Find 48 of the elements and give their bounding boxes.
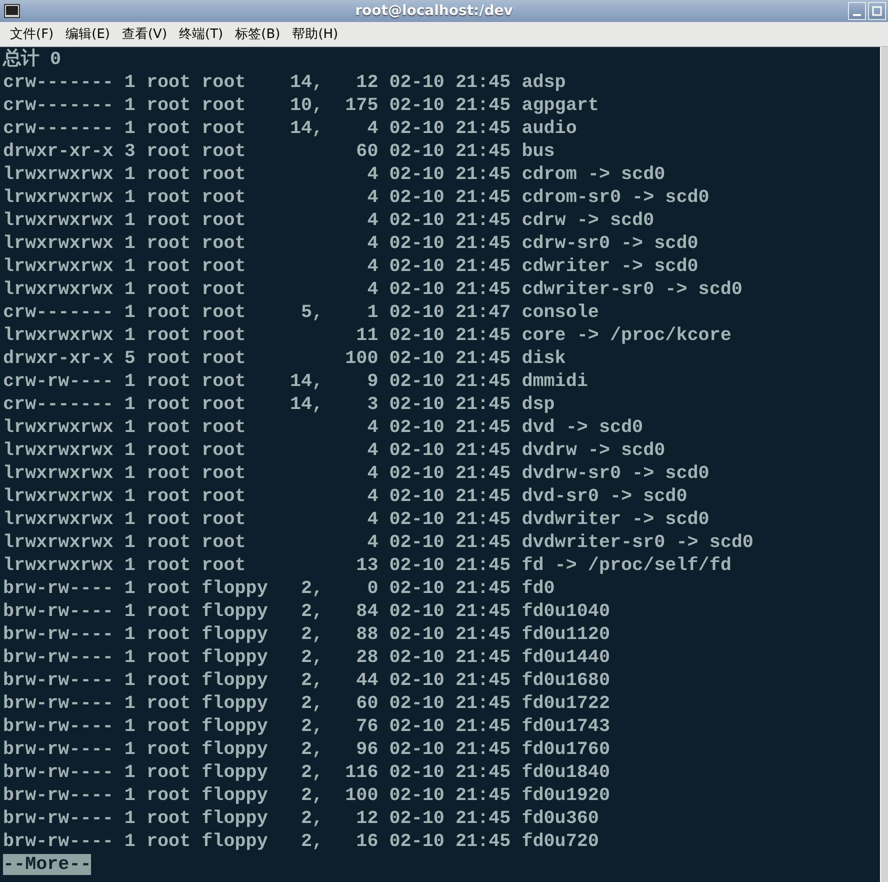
- menu-item[interactable]: 标签(B): [229, 23, 286, 45]
- window-title: root@localhost:/dev: [354, 3, 514, 19]
- terminal-icon: [4, 4, 20, 18]
- menu-item[interactable]: 帮助(H): [286, 23, 344, 45]
- terminal-line: crw------- 1 root root 5, 1 02-10 21:47 console: [2, 301, 600, 324]
- terminal-line: lrwxrwxrwx 1 root root 4 02-10 21:45 cdrom -> scd0: [2, 163, 666, 186]
- terminal-line: brw-rw---- 1 root floppy 2, 76 02-10 21:45 fd0u1743: [2, 715, 611, 738]
- terminal-line: lrwxrwxrwx 1 root root 11 02-10 21:45 core -> /proc/kcore: [2, 324, 732, 347]
- terminal-line: crw------- 1 root root 14, 3 02-10 21:45 dsp: [2, 393, 556, 416]
- terminal-line: lrwxrwxrwx 1 root root 13 02-10 21:45 fd -> /proc/self/fd: [2, 554, 732, 577]
- terminal-line: crw------- 1 root root 10, 175 02-10 21:45 agpgart: [2, 94, 600, 117]
- terminal-line: brw-rw---- 1 root floppy 2, 96 02-10 21:45 fd0u1760: [2, 738, 611, 761]
- maximize-button[interactable]: [868, 2, 886, 20]
- terminal-line: lrwxrwxrwx 1 root root 4 02-10 21:45 cdwriter -> scd0: [2, 255, 700, 278]
- minimize-icon: [853, 14, 861, 16]
- terminal-line: crw------- 1 root root 14, 4 02-10 21:45 audio: [2, 117, 578, 140]
- menu-item[interactable]: 文件(F): [4, 23, 60, 45]
- terminal-line: brw-rw---- 1 root floppy 2, 84 02-10 21:45 fd0u1040: [2, 600, 611, 623]
- minimize-button[interactable]: [848, 2, 866, 20]
- terminal-line: brw-rw---- 1 root floppy 2, 16 02-10 21:45 fd0u720: [2, 830, 600, 853]
- terminal-line: lrwxrwxrwx 1 root root 4 02-10 21:45 cdrom-sr0 -> scd0: [2, 186, 710, 209]
- terminal-line: brw-rw---- 1 root floppy 2, 60 02-10 21:45 fd0u1722: [2, 692, 611, 715]
- terminal-line: brw-rw---- 1 root floppy 2, 12 02-10 21:45 fd0u360: [2, 807, 600, 830]
- terminal-line: crw------- 1 root root 14, 12 02-10 21:45 adsp: [2, 71, 567, 94]
- menu-item[interactable]: 查看(V): [116, 23, 174, 45]
- terminal-line: lrwxrwxrwx 1 root root 4 02-10 21:45 cdwriter-sr0 -> scd0: [2, 278, 744, 301]
- terminal-line: lrwxrwxrwx 1 root root 4 02-10 21:45 cdrw-sr0 -> scd0: [2, 232, 700, 255]
- terminal-line: brw-rw---- 1 root floppy 2, 0 02-10 21:45 fd0: [2, 577, 556, 600]
- terminal-line: lrwxrwxrwx 1 root root 4 02-10 21:45 dvdrw-sr0 -> scd0: [2, 462, 710, 485]
- terminal-line: lrwxrwxrwx 1 root root 4 02-10 21:45 dvd-sr0 -> scd0: [2, 485, 688, 508]
- terminal-line: drwxr-xr-x 3 root root 60 02-10 21:45 bus: [2, 140, 556, 163]
- terminal-line: lrwxrwxrwx 1 root root 4 02-10 21:45 dvdrw -> scd0: [2, 439, 666, 462]
- terminal-line: lrwxrwxrwx 1 root root 4 02-10 21:45 dvd -> scd0: [2, 416, 644, 439]
- terminal-line: brw-rw---- 1 root floppy 2, 44 02-10 21:45 fd0u1680: [2, 669, 611, 692]
- terminal-line: brw-rw---- 1 root floppy 2, 88 02-10 21:45 fd0u1120: [2, 623, 611, 646]
- terminal-line: lrwxrwxrwx 1 root root 4 02-10 21:45 cdrw -> scd0: [2, 209, 656, 232]
- menu-item[interactable]: 终端(T): [173, 23, 230, 45]
- terminal-line: lrwxrwxrwx 1 root root 4 02-10 21:45 dvdwriter-sr0 -> scd0: [2, 531, 754, 554]
- maximize-icon: [872, 6, 882, 16]
- terminal-line: crw-rw---- 1 root root 14, 9 02-10 21:45 dmmidi: [2, 370, 589, 393]
- terminal-line: brw-rw---- 1 root floppy 2, 116 02-10 21:45 fd0u1840: [2, 761, 611, 784]
- terminal-line: 总计 0: [2, 48, 62, 71]
- terminal-line: brw-rw---- 1 root floppy 2, 100 02-10 21:45 fd0u1920: [2, 784, 611, 807]
- terminal-line: drwxr-xr-x 5 root root 100 02-10 21:45 disk: [2, 347, 567, 370]
- menu-item[interactable]: 编辑(E): [60, 23, 116, 45]
- more-prompt: --More--: [3, 854, 92, 875]
- terminal-line: brw-rw---- 1 root floppy 2, 28 02-10 21:45 fd0u1440: [2, 646, 611, 669]
- terminal-line: lrwxrwxrwx 1 root root 4 02-10 21:45 dvdwriter -> scd0: [2, 508, 710, 531]
